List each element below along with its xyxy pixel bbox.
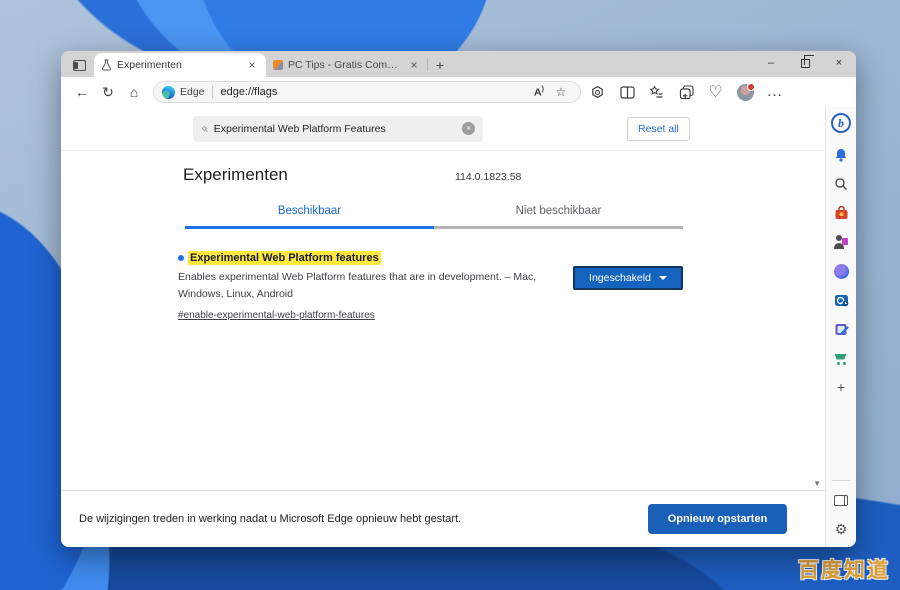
tab-experimenten[interactable]: Experimenten × bbox=[94, 53, 266, 77]
avatar bbox=[737, 84, 754, 101]
experiment-info: Experimental Web Platform features Enabl… bbox=[178, 251, 573, 323]
hide-sidebar-button[interactable] bbox=[830, 489, 852, 511]
flags-search-row: ⌕ × Reset all bbox=[61, 107, 825, 151]
desktop-wallpaper: 百度知道 Experimenten × PC Tips - Gratis Com… bbox=[0, 0, 900, 590]
browser-essentials-icon[interactable]: ♡ bbox=[703, 80, 729, 104]
window-controls: – × bbox=[754, 51, 856, 75]
scrollbar-down-arrow[interactable]: ▼ bbox=[813, 479, 821, 488]
tab-label: Experimenten bbox=[117, 59, 240, 71]
tab-close-icon[interactable]: × bbox=[245, 58, 259, 72]
extensions-icon[interactable] bbox=[585, 80, 611, 104]
restart-notice: De wijzigingen treden in werking nadat u… bbox=[79, 513, 461, 525]
clear-search-icon[interactable]: × bbox=[462, 122, 475, 135]
notifications-button[interactable] bbox=[830, 144, 852, 166]
new-tab-button[interactable]: + bbox=[428, 54, 452, 76]
minimize-button[interactable]: – bbox=[754, 51, 788, 75]
edge-browser-window: Experimenten × PC Tips - Gratis Computer… bbox=[61, 51, 856, 547]
flags-scroll-area: Experimenten 114.0.1823.58 Beschikbaar N… bbox=[61, 151, 825, 490]
flags-search-input[interactable] bbox=[214, 123, 462, 135]
restore-button[interactable] bbox=[788, 51, 822, 75]
selected-state-label: Ingeschakeld bbox=[589, 272, 651, 284]
shopping-bag-icon bbox=[834, 206, 849, 220]
tab-strip: Experimenten × PC Tips - Gratis Computer… bbox=[61, 51, 856, 77]
tab-beschikbaar[interactable]: Beschikbaar bbox=[185, 205, 434, 229]
tab-actions-menu-button[interactable] bbox=[66, 54, 92, 76]
page-head: Experimenten 114.0.1823.58 bbox=[183, 165, 825, 185]
settings-and-more-icon[interactable]: … bbox=[762, 80, 788, 104]
navigation-toolbar: ← ↻ ⌂ Edge edge://flags A) ☆ bbox=[61, 77, 856, 107]
microsoft-365-button[interactable] bbox=[830, 231, 852, 253]
site-favicon bbox=[273, 60, 283, 70]
main-area: ⌕ × Reset all Experimenten 114.0.1823.58… bbox=[61, 107, 856, 547]
plus-icon: + bbox=[837, 379, 845, 395]
flags-page: ⌕ × Reset all Experimenten 114.0.1823.58… bbox=[61, 107, 825, 547]
favorites-star-icon[interactable]: ☆ bbox=[550, 85, 572, 99]
tab-label: PC Tips - Gratis Computer Tips... bbox=[288, 59, 402, 71]
home-button[interactable]: ⌂ bbox=[121, 80, 147, 104]
edge-logo-icon bbox=[162, 86, 175, 99]
customize-sidebar-add-button[interactable]: + bbox=[830, 376, 852, 398]
watermark: 百度知道 bbox=[798, 554, 890, 584]
close-button[interactable]: × bbox=[822, 51, 856, 75]
sidebar-bottom: ⚙ bbox=[826, 480, 856, 547]
add-to-collections-icon[interactable] bbox=[673, 80, 699, 104]
page-title: Experimenten bbox=[183, 165, 455, 185]
sidebar-settings-button[interactable]: ⚙ bbox=[830, 518, 852, 540]
bell-icon bbox=[834, 148, 848, 162]
site-chip: Edge bbox=[180, 86, 205, 98]
flask-icon bbox=[101, 59, 112, 71]
tab-pc-tips[interactable]: PC Tips - Gratis Computer Tips... × bbox=[266, 53, 428, 77]
read-aloud-icon[interactable]: A) bbox=[528, 86, 550, 99]
outlook-button[interactable] bbox=[830, 289, 852, 311]
experiment-name: Experimental Web Platform features bbox=[188, 251, 381, 265]
flags-search-box[interactable]: ⌕ × bbox=[193, 116, 483, 142]
edge-sidebar: b bbox=[825, 107, 856, 547]
refresh-button[interactable]: ↻ bbox=[95, 80, 121, 104]
experiment-state-select[interactable]: Ingeschakeld bbox=[573, 266, 683, 290]
experiment-description: Enables experimental Web Platform featur… bbox=[178, 269, 550, 304]
flags-tab-bar: Beschikbaar Niet beschikbaar bbox=[185, 205, 683, 229]
address-bar[interactable]: Edge edge://flags A) ☆ bbox=[153, 81, 581, 103]
search-sidebar-button[interactable] bbox=[830, 173, 852, 195]
version-number: 114.0.1823.58 bbox=[455, 171, 521, 183]
outlook-icon bbox=[834, 293, 849, 308]
back-button[interactable]: ← bbox=[69, 80, 95, 104]
shopping-button[interactable] bbox=[830, 202, 852, 224]
bing-chat-button[interactable]: b bbox=[830, 112, 852, 134]
collections-icon[interactable] bbox=[644, 80, 670, 104]
tab-niet-beschikbaar[interactable]: Niet beschikbaar bbox=[434, 205, 683, 229]
workspaces-icon bbox=[73, 60, 86, 71]
sidebar-divider bbox=[832, 480, 850, 481]
reset-all-button[interactable]: Reset all bbox=[627, 117, 690, 141]
restart-bar: De wijzigingen treden in werking nadat u… bbox=[61, 490, 825, 547]
chevron-down-icon bbox=[659, 276, 667, 280]
profile-avatar[interactable] bbox=[732, 80, 758, 104]
bing-icon: b bbox=[831, 113, 851, 133]
notes-pen-icon bbox=[834, 322, 849, 337]
experiment-row: Experimental Web Platform features Enabl… bbox=[178, 251, 825, 323]
cart-icon bbox=[834, 352, 849, 365]
experiment-permalink[interactable]: #enable-experimental-web-platform-featur… bbox=[178, 310, 375, 321]
games-button[interactable] bbox=[830, 260, 852, 282]
sidebar-panel-icon bbox=[834, 495, 848, 506]
shopping-cart-button[interactable] bbox=[830, 347, 852, 369]
search-icon: ⌕ bbox=[201, 121, 208, 136]
games-icon bbox=[834, 264, 849, 279]
read-aloud-glyph: A bbox=[534, 86, 542, 98]
modified-flag-dot bbox=[178, 255, 184, 261]
search-icon bbox=[834, 177, 848, 191]
gear-icon: ⚙ bbox=[835, 521, 848, 538]
drop-notes-button[interactable] bbox=[830, 318, 852, 340]
split-screen-icon[interactable] bbox=[614, 80, 640, 104]
restore-icon bbox=[801, 59, 810, 68]
url-text[interactable]: edge://flags bbox=[221, 86, 528, 98]
person-icon bbox=[834, 235, 848, 249]
tab-close-icon[interactable]: × bbox=[407, 58, 421, 72]
address-separator bbox=[212, 86, 213, 98]
restart-button[interactable]: Opnieuw opstarten bbox=[648, 504, 787, 534]
